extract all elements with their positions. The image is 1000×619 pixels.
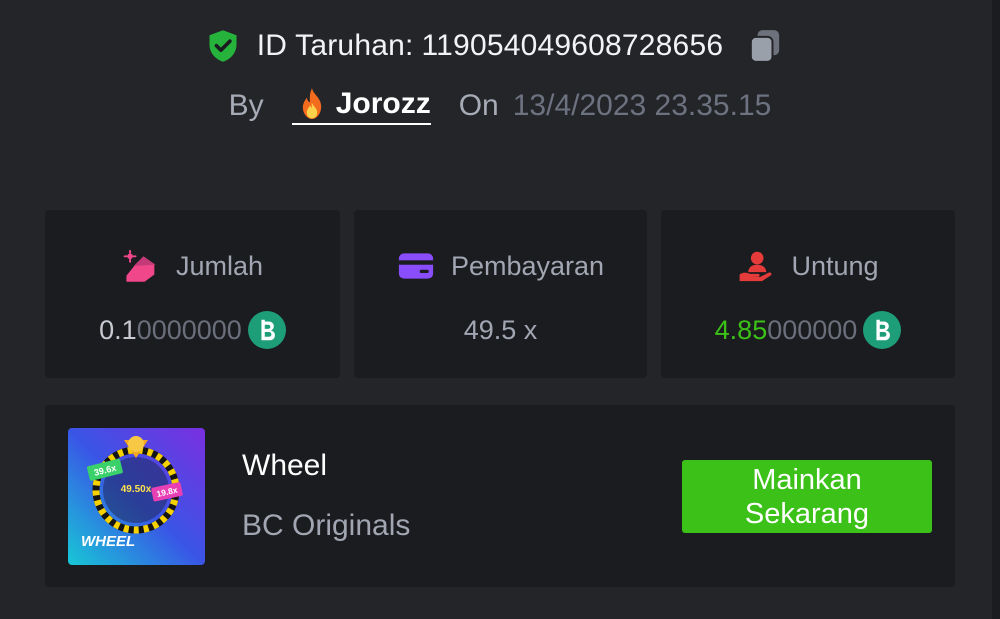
hand-user-icon — [740, 251, 772, 282]
bet-byline: By Jorozz On 13/4/2023 23.35.15 — [0, 84, 1000, 128]
profit-value-row: 4.85 000000 — [661, 310, 955, 350]
username-link[interactable]: Jorozz — [291, 87, 431, 125]
payout-label-row: Pembayaran — [354, 246, 647, 286]
thumbnail-label-2: 49.50x — [121, 484, 152, 495]
bet-id: ID Taruhan: 119054049608728656 — [257, 29, 723, 63]
profit-value-significant: 4.85 — [714, 314, 768, 345]
verified-shield-icon — [209, 30, 237, 62]
game-provider: BC Originals — [242, 509, 411, 542]
card-icon — [398, 253, 434, 279]
bc-coin-icon — [863, 311, 902, 349]
payout-label: Pembayaran — [450, 250, 605, 281]
play-now-button[interactable]: Mainkan Sekarang — [682, 460, 932, 533]
username: Jorozz — [335, 87, 431, 120]
wheel-game-thumbnail[interactable]: 39.6x 49.50x 19.8x WHEEL — [68, 428, 205, 565]
on-label: On — [458, 89, 499, 122]
payout-value: 49.5 x — [463, 314, 538, 345]
profit-label-row: Untung — [661, 246, 955, 286]
amount-card: Jumlah 0.1 0000000 — [45, 210, 340, 378]
payout-value-row: 49.5 x — [354, 310, 647, 350]
amount-value-trailing: 0000000 — [136, 314, 242, 345]
amount-label: Jumlah — [175, 250, 264, 281]
game-card: 39.6x 49.50x 19.8x WHEEL Wheel BC Origin… — [45, 405, 955, 587]
thumbnail-title: WHEEL — [81, 533, 135, 550]
by-label: By — [228, 89, 264, 122]
copy-icon[interactable] — [745, 26, 785, 66]
bet-datetime: 13/4/2023 23.35.15 — [512, 89, 772, 122]
coins-hand-icon — [123, 249, 156, 282]
bet-id-value: 119054049608728656 — [421, 29, 724, 62]
profit-value-trailing: 000000 — [767, 314, 858, 345]
amount-label-row: Jumlah — [45, 246, 340, 286]
bet-id-row: ID Taruhan: 119054049608728656 — [0, 24, 1000, 68]
fire-icon — [302, 88, 321, 120]
profit-label: Untung — [791, 250, 879, 281]
profit-card: Untung 4.85 000000 — [661, 210, 955, 378]
amount-value-significant: 0.1 — [99, 314, 137, 345]
bc-coin-icon — [247, 311, 286, 349]
amount-value-row: 0.1 0000000 — [45, 310, 340, 350]
payout-card: Pembayaran 49.5 x — [354, 210, 647, 378]
game-name[interactable]: Wheel — [242, 449, 327, 483]
bet-id-label: ID Taruhan: — [256, 29, 414, 62]
